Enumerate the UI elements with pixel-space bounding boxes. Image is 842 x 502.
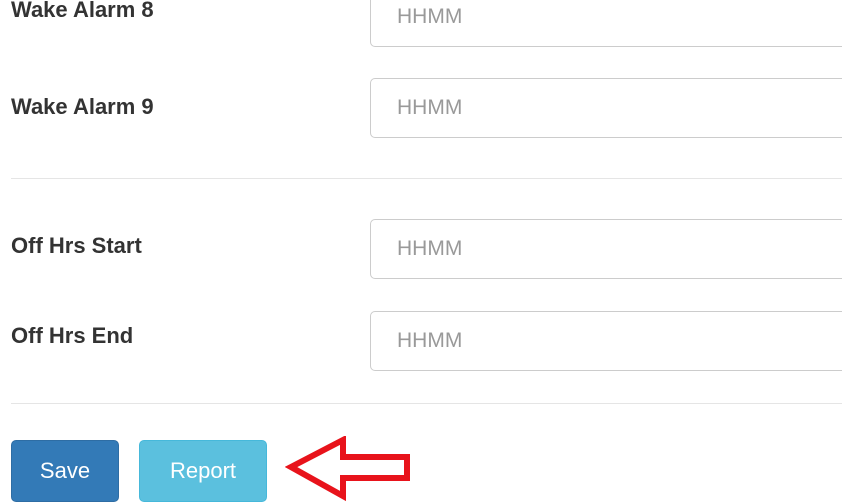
section-divider	[11, 178, 842, 179]
off-hrs-end-label: Off Hrs End	[11, 323, 134, 348]
wake-alarm-9-input[interactable]	[370, 78, 842, 138]
wake-alarm-8-input[interactable]	[370, 0, 842, 47]
form-actions-divider	[11, 403, 842, 404]
save-button[interactable]: Save	[11, 440, 119, 502]
wake-alarm-8-label: Wake Alarm 8	[11, 0, 154, 22]
off-hrs-start-input[interactable]	[370, 219, 842, 279]
wake-alarm-9-label: Wake Alarm 9	[11, 94, 154, 119]
off-hrs-end-input[interactable]	[370, 311, 842, 371]
left-arrow-outline-icon	[285, 436, 410, 502]
report-button[interactable]: Report	[139, 440, 267, 502]
off-hrs-start-label: Off Hrs Start	[11, 233, 142, 258]
